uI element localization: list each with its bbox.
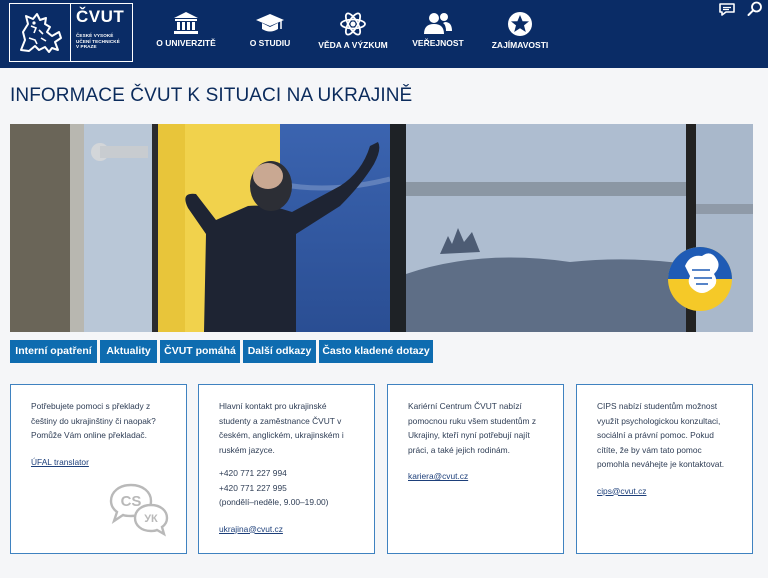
logo-subtitle: ČESKÉ VYSOKÉ UČENÍ TECHNICKÉ V PRAZE	[76, 33, 132, 50]
card-text-line: pomohla neváhejte je kontaktovat.	[597, 459, 725, 469]
card-text-line: Ukrajiny, kteří nyní potřebují najít	[408, 430, 530, 440]
nav-item-o-studiu[interactable]: O STUDIU	[248, 0, 292, 68]
nav-item-label: O STUDIU	[249, 38, 291, 48]
card-text-line: práci, a také jejich rodinám.	[408, 444, 510, 455]
nav-item-o-univerzite[interactable]: O UNIVERZITĚ	[156, 0, 216, 68]
logo-wordmark: ČVUT ČESKÉ VYSOKÉ UČENÍ TECHNICKÉ V PRAZ…	[71, 4, 132, 61]
nav-item-zajimavosti[interactable]: ZAJÍMAVOSTI	[490, 0, 550, 68]
chat-icon	[719, 2, 735, 16]
opening-hours: (pondělí–neděle, 9.00–19.00)	[219, 497, 329, 507]
atom-icon	[340, 12, 366, 36]
translate-icon-text-uk: УК	[144, 513, 158, 525]
logo-name: ČVUT	[76, 7, 125, 26]
page-title: INFORMACE ČVUT K SITUACI NA UKRAJINĚ	[10, 85, 413, 106]
card-text-line: využít psychologickou konzultaci,	[597, 415, 721, 426]
card-cips: CIPS nabízí studentům možnost využít psy…	[576, 384, 753, 554]
tab-cvut-pomaha[interactable]: ČVUT pomáhá	[160, 340, 240, 363]
card-text-line: sociální a právní pomoc. Pokud	[597, 430, 714, 440]
logo-subtitle-line: V PRAZE	[76, 44, 97, 50]
tab-interni-opatreni[interactable]: Interní opatření	[10, 340, 97, 363]
card-text-line: pomocnou ruku všem studentům z	[408, 415, 537, 426]
phone-number: +420 771 227 995	[219, 482, 287, 493]
card-ukraine-contact: Hlavní kontakt pro ukrajinské studenty a…	[198, 384, 375, 554]
card-text-line: Hlavní kontakt pro ukrajinské	[219, 401, 327, 411]
tab-aktuality[interactable]: Aktuality	[100, 340, 157, 363]
lion-emblem-icon	[10, 4, 70, 61]
tab-casto-kladene-dotazy[interactable]: Často kladené dotazy	[319, 340, 433, 363]
chat-button[interactable]	[714, 0, 740, 18]
university-building-icon	[174, 12, 198, 34]
card-text-line: ruském jazyce.	[219, 444, 275, 455]
nav-item-label: VĚDA A VÝZKUM	[318, 40, 388, 50]
kariera-email-link[interactable]: kariera@cvut.cz	[408, 469, 468, 484]
nav-item-veda-a-vyzkum[interactable]: VĚDA A VÝZKUM	[316, 0, 390, 68]
phone-number: +420 771 227 994	[219, 468, 287, 478]
graduation-cap-icon	[256, 14, 284, 32]
search-icon	[747, 1, 762, 16]
card-text-line: Pomůže Vám online překladač.	[31, 430, 147, 440]
card-text-line: češtiny do ukrajinštiny či naopak?	[31, 415, 156, 426]
ufal-translator-link[interactable]: ÚFAL translator	[31, 455, 89, 470]
card-text-line: cítíte, že by vám tato pomoc	[597, 444, 702, 455]
tab-dalsi-odkazy[interactable]: Další odkazy	[243, 340, 316, 363]
nav-item-label: ZAJÍMAVOSTI	[491, 40, 549, 50]
nav-item-label: O UNIVERZITĚ	[156, 38, 216, 48]
ukrajina-email-link[interactable]: ukrajina@cvut.cz	[219, 522, 283, 537]
nav-item-verejnost[interactable]: VEŘEJNOST	[410, 0, 466, 68]
translate-bubbles-icon: CS УК	[109, 483, 169, 537]
card-translator: Potřebujete pomoci s překlady z češtiny …	[10, 384, 187, 554]
star-badge-icon	[508, 12, 532, 36]
hero-image	[10, 124, 753, 332]
card-career-center: Kariérní Centrum ČVUT nabízí pomocnou ru…	[387, 384, 564, 554]
card-text-line: českém, anglickém, ukrajinském i	[219, 430, 344, 440]
translate-icon-text-cs: CS	[121, 493, 142, 510]
card-text-line: studenty a zaměstnance ČVUT v	[219, 415, 342, 426]
cvut-logo[interactable]: ČVUT ČESKÉ VYSOKÉ UČENÍ TECHNICKÉ V PRAZ…	[9, 3, 133, 62]
card-text-line: Potřebujete pomoci s překlady z	[31, 401, 151, 411]
card-text-line: CIPS nabízí studentům možnost	[597, 401, 718, 411]
top-navigation-bar: ČVUT ČESKÉ VYSOKÉ UČENÍ TECHNICKÉ V PRAZ…	[0, 0, 768, 68]
people-icon	[424, 13, 452, 34]
nav-item-label: VEŘEJNOST	[412, 38, 464, 48]
search-button[interactable]	[742, 0, 768, 18]
card-text-line: Kariérní Centrum ČVUT nabízí	[408, 401, 522, 411]
cips-email-link[interactable]: cips@cvut.cz	[597, 484, 646, 499]
